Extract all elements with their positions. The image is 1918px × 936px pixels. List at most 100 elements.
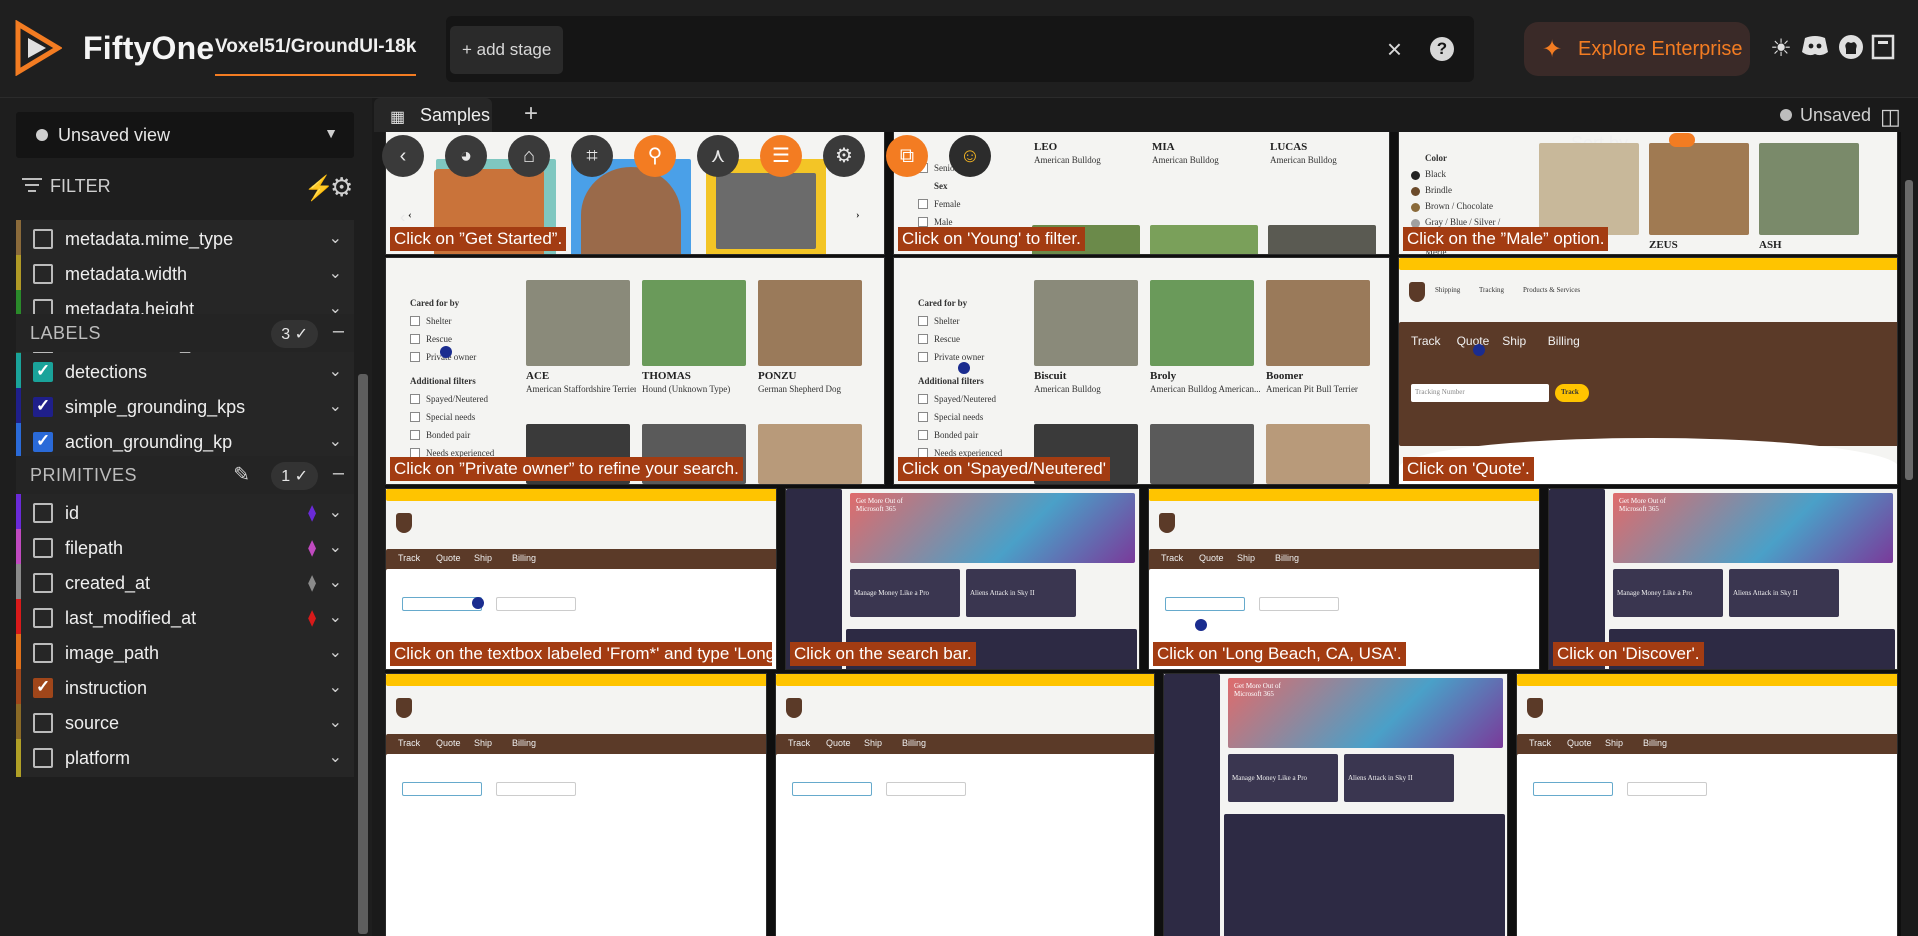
- chevron-down-icon[interactable]: ⌄: [329, 502, 342, 522]
- chevron-down-icon[interactable]: ⌄: [329, 572, 342, 592]
- filter-checkbox[interactable]: [918, 334, 928, 344]
- docs-icon[interactable]: [1868, 34, 1898, 64]
- sample-tile[interactable]: Get More Out of Microsoft 365 Manage Mone…: [1163, 673, 1508, 936]
- filter-checkbox[interactable]: [918, 217, 928, 227]
- palette-icon[interactable]: ◕: [445, 135, 487, 177]
- ups-logo-icon[interactable]: [786, 698, 802, 718]
- collapse-icon[interactable]: –: [333, 462, 344, 485]
- sample-tile[interactable]: Cared for by Shelter Rescue Private owner Ad…: [893, 257, 1390, 485]
- ups-logo-icon[interactable]: [1409, 282, 1425, 302]
- gear-icon[interactable]: ⚙: [330, 172, 353, 203]
- field-row[interactable]: created_at ⧫ ⌄: [16, 564, 354, 602]
- add-stage-button[interactable]: + add stage: [450, 26, 564, 74]
- grid-scrollbar[interactable]: [1905, 180, 1913, 480]
- sample-tile[interactable]: Color Black Brindle Brown / Chocolate Gray /…: [1398, 132, 1898, 255]
- sidebar-section-header[interactable]: LABELS 3 ✓ –: [16, 314, 354, 352]
- layout-icon[interactable]: ◫: [1880, 104, 1901, 130]
- field-row[interactable]: last_modified_at ⧫ ⌄: [16, 599, 354, 637]
- tag-icon[interactable]: ⌂: [508, 135, 550, 177]
- ups-logo-icon[interactable]: [396, 698, 412, 718]
- field-row[interactable]: simple_grounding_kps ⌄: [16, 388, 354, 426]
- fiftyone-logo-icon[interactable]: [14, 20, 62, 76]
- field-row[interactable]: id ⧫ ⌄: [16, 494, 354, 532]
- sidebar-section-header[interactable]: PRIMITIVES ✎ 1 ✓ –: [16, 456, 354, 494]
- chevron-down-icon[interactable]: ⌄: [329, 361, 342, 381]
- sample-tile[interactable]: Get More Out of Microsoft 365 Manage Mone…: [1548, 488, 1898, 670]
- field-row[interactable]: detections ⌄: [16, 353, 354, 391]
- filter-checkbox[interactable]: [410, 352, 420, 362]
- filter-checkbox[interactable]: [918, 394, 928, 404]
- edit-icon[interactable]: ✎: [233, 462, 250, 487]
- filter-checkbox[interactable]: [410, 334, 420, 344]
- filter-checkbox[interactable]: [918, 316, 928, 326]
- clear-view-icon[interactable]: ×: [1387, 34, 1402, 65]
- tab-samples[interactable]: ▦ Samples: [374, 98, 492, 132]
- field-checkbox[interactable]: [33, 361, 53, 382]
- ups-logo-icon[interactable]: [1527, 698, 1543, 718]
- list-icon[interactable]: ☰: [760, 135, 802, 177]
- field-checkbox[interactable]: [33, 748, 53, 768]
- gear-icon[interactable]: ⚙: [823, 135, 865, 177]
- discord-icon[interactable]: [1800, 34, 1830, 64]
- filter-checkbox[interactable]: [410, 316, 420, 326]
- merge-icon[interactable]: ⋏: [697, 135, 739, 177]
- field-checkbox[interactable]: [33, 573, 53, 593]
- chevron-down-icon[interactable]: ⌄: [329, 677, 342, 697]
- chevron-down-icon[interactable]: ⌄: [329, 607, 342, 627]
- field-row[interactable]: source ⌄: [16, 704, 354, 742]
- sample-tile[interactable]: Track Quote Ship Billing Click on the textbo…: [385, 488, 777, 670]
- field-checkbox[interactable]: [33, 713, 53, 733]
- field-row[interactable]: metadata.mime_type ⌄: [16, 220, 354, 258]
- ups-logo-icon[interactable]: [396, 513, 412, 533]
- field-checkbox[interactable]: [33, 503, 53, 523]
- chevron-down-icon[interactable]: ⌄: [329, 537, 342, 557]
- field-checkbox[interactable]: [33, 229, 53, 249]
- filter-checkbox[interactable]: [410, 412, 420, 422]
- search-icon[interactable]: ⚲: [634, 135, 676, 177]
- field-checkbox[interactable]: [33, 608, 53, 628]
- next-arrow-icon[interactable]: ›: [856, 209, 860, 221]
- prev-arrow-label[interactable]: ‹: [408, 209, 412, 221]
- sample-tile[interactable]: Shipping Tracking Products & Services Track…: [1398, 257, 1898, 485]
- collapse-icon[interactable]: –: [333, 320, 344, 343]
- sample-tile[interactable]: Track Quote Ship Billing: [775, 673, 1155, 936]
- field-checkbox[interactable]: [33, 538, 53, 558]
- add-panel-button[interactable]: +: [524, 100, 538, 128]
- sample-tile[interactable]: Track Quote Ship Billing: [385, 673, 767, 936]
- field-checkbox[interactable]: [33, 677, 53, 698]
- crop-icon[interactable]: ⌗: [571, 135, 613, 177]
- color-swatch[interactable]: [1411, 203, 1420, 212]
- explore-enterprise-button[interactable]: ✦ Explore Enterprise: [1524, 22, 1750, 76]
- field-checkbox[interactable]: [33, 431, 53, 452]
- inspect-icon[interactable]: ⧉: [886, 135, 928, 177]
- hug-icon[interactable]: ☺: [949, 135, 991, 177]
- field-checkbox[interactable]: [33, 396, 53, 417]
- field-row[interactable]: filepath ⧫ ⌄: [16, 529, 354, 567]
- back-icon[interactable]: ‹: [382, 135, 424, 177]
- ups-logo-icon[interactable]: [1159, 513, 1175, 533]
- view-bar[interactable]: + add stage × ?: [446, 16, 1474, 82]
- filter-checkbox[interactable]: [410, 430, 420, 440]
- field-row[interactable]: instruction ⌄: [16, 669, 354, 707]
- help-icon[interactable]: ?: [1430, 37, 1454, 61]
- field-row[interactable]: image_path ⌄: [16, 634, 354, 672]
- chevron-down-icon[interactable]: ⌄: [329, 396, 342, 416]
- field-checkbox[interactable]: [33, 264, 53, 284]
- toggle-icon[interactable]: [1669, 133, 1695, 147]
- filter-checkbox[interactable]: [918, 199, 928, 209]
- color-swatch[interactable]: [1411, 171, 1420, 180]
- field-row[interactable]: platform ⌄: [16, 739, 354, 777]
- section-count-badge[interactable]: 1 ✓: [271, 462, 318, 490]
- filter-checkbox[interactable]: [918, 352, 928, 362]
- filter-checkbox[interactable]: [918, 430, 928, 440]
- sample-tile[interactable]: Track Quote Ship Billing Click on 'Long Beac…: [1148, 488, 1540, 670]
- chevron-down-icon[interactable]: ⌄: [329, 642, 342, 662]
- theme-icon[interactable]: ☀: [1766, 34, 1796, 64]
- chevron-down-icon[interactable]: ⌄: [329, 431, 342, 451]
- sample-tile[interactable]: Track Quote Ship Billing: [1516, 673, 1898, 936]
- sidebar-scrollbar[interactable]: [358, 374, 368, 934]
- chevron-down-icon[interactable]: ⌄: [329, 263, 342, 283]
- sample-tile[interactable]: Get More Out of Microsoft 365 Manage Mone…: [785, 488, 1140, 670]
- section-count-badge[interactable]: 3 ✓: [271, 320, 318, 348]
- field-checkbox[interactable]: [33, 643, 53, 663]
